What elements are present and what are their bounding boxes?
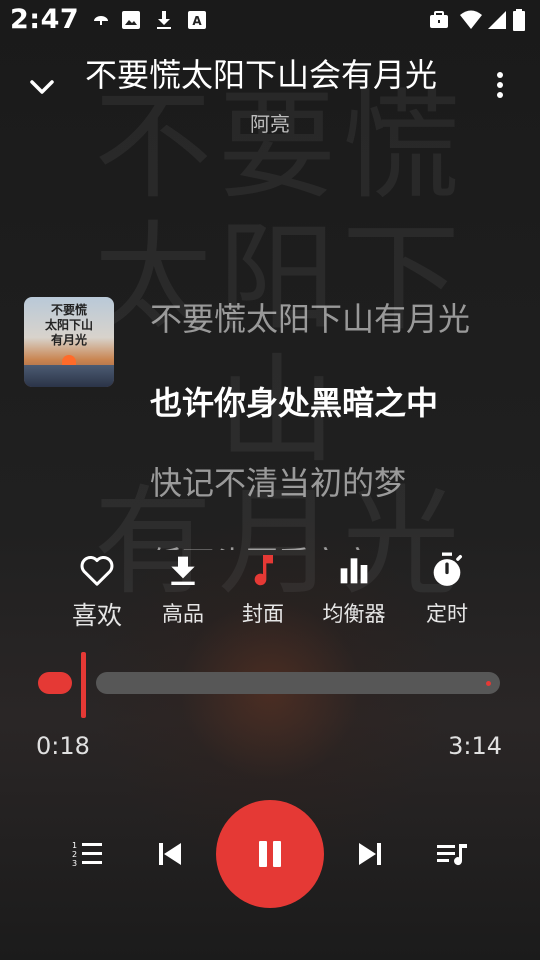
playlist-icon[interactable] bbox=[437, 842, 469, 868]
cover-line: 不要慌 bbox=[50, 303, 87, 317]
progress-slider[interactable] bbox=[38, 652, 502, 718]
timer-icon bbox=[433, 552, 462, 586]
svg-text:A: A bbox=[192, 14, 202, 28]
cover-line: 太阳下山 bbox=[44, 318, 93, 332]
heart-icon bbox=[80, 555, 114, 586]
music-note-icon bbox=[254, 555, 273, 586]
equalizer-icon bbox=[340, 558, 368, 584]
font-app-icon: A bbox=[188, 11, 206, 29]
equalizer-button[interactable]: 均衡器 bbox=[314, 550, 394, 628]
playback-controls: 1 2 3 bbox=[0, 800, 540, 910]
cover-label: 封面 bbox=[242, 602, 284, 626]
lyric-line: 不要慌太阳下山有月光 bbox=[150, 300, 471, 338]
current-time: 0:18 bbox=[36, 732, 90, 760]
total-time: 3:14 bbox=[448, 732, 502, 760]
equalizer-label: 均衡器 bbox=[322, 602, 386, 626]
lyric-line-active: 也许你身处黑暗之中 bbox=[150, 384, 439, 422]
progress-thumb[interactable] bbox=[81, 652, 86, 718]
battery-icon bbox=[513, 9, 525, 31]
svg-text:1: 1 bbox=[72, 841, 77, 850]
progress-buffer-dot bbox=[486, 681, 491, 686]
status-time: 2:47 bbox=[10, 4, 80, 35]
numbered-list-icon[interactable]: 1 2 3 bbox=[72, 840, 104, 868]
cover-sea bbox=[24, 365, 114, 387]
wifi-icon bbox=[460, 10, 482, 29]
download-icon bbox=[171, 556, 195, 585]
lyric-line: 快记不清当初的梦 bbox=[150, 464, 407, 502]
timer-button[interactable]: 定时 bbox=[412, 550, 482, 628]
timer-label: 定时 bbox=[426, 602, 468, 626]
lyrics-panel[interactable]: 不要慌太阳下山有月光 也许你身处黑暗之中 快记不清当初的梦 低下头要看窗窗 bbox=[150, 290, 530, 550]
header: 不要慌太阳下山会有月光 阿亮 bbox=[0, 44, 540, 144]
cover-sun bbox=[62, 355, 76, 365]
status-bar: 2:47 A bbox=[0, 0, 540, 44]
like-button[interactable]: 喜欢 bbox=[62, 550, 132, 632]
svg-text:2: 2 bbox=[72, 850, 77, 859]
action-row: 喜欢 高品 封面 均衡器 定时 bbox=[0, 550, 540, 640]
album-cover[interactable]: 不要慌 太阳下山 有月光 bbox=[24, 297, 114, 387]
lyric-line: 低下头要看窗窗 bbox=[150, 538, 374, 550]
like-label: 喜欢 bbox=[71, 601, 122, 630]
quality-button[interactable]: 高品 bbox=[148, 550, 218, 628]
more-vertical-icon[interactable] bbox=[488, 70, 512, 100]
image-icon bbox=[122, 11, 140, 29]
skip-next-icon[interactable] bbox=[356, 840, 384, 868]
svg-text:3: 3 bbox=[72, 859, 77, 868]
cover-line: 有月光 bbox=[50, 333, 87, 347]
cell-signal-icon bbox=[488, 11, 506, 29]
chevron-down-icon[interactable] bbox=[22, 66, 62, 106]
artist-name[interactable]: 阿亮 bbox=[0, 108, 540, 137]
quality-label: 高品 bbox=[162, 602, 204, 626]
pause-icon bbox=[259, 841, 281, 867]
download-status-icon bbox=[157, 11, 171, 29]
cover-title: 不要慌 太阳下山 有月光 bbox=[24, 303, 114, 348]
notification-app-icon bbox=[94, 16, 108, 25]
progress-track[interactable] bbox=[96, 672, 500, 694]
skip-previous-icon[interactable] bbox=[156, 840, 184, 868]
briefcase-icon bbox=[430, 11, 448, 28]
progress-played bbox=[38, 672, 72, 694]
cover-button[interactable]: 封面 bbox=[228, 550, 298, 628]
play-pause-button[interactable] bbox=[216, 800, 324, 908]
song-title: 不要慌太阳下山会有月光 bbox=[85, 56, 438, 94]
